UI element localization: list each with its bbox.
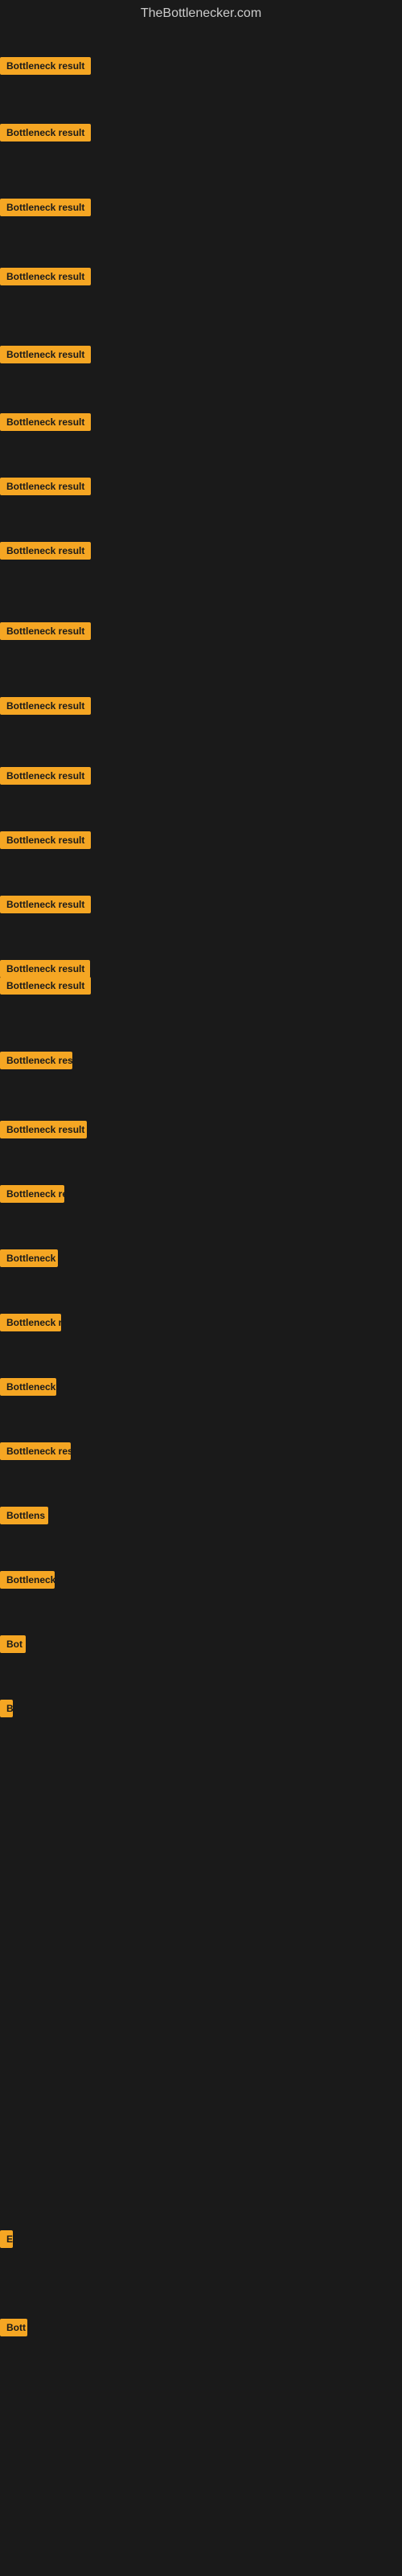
- bottleneck-badge[interactable]: Bottleneck result: [0, 1052, 72, 1069]
- bottleneck-result-item[interactable]: Bottleneck: [0, 1249, 58, 1271]
- bottleneck-result-item[interactable]: Bottleneck result: [0, 346, 91, 367]
- bottleneck-result-item[interactable]: Bottleneck result: [0, 896, 91, 917]
- bottleneck-badge[interactable]: Bottleneck result: [0, 831, 91, 849]
- bottleneck-badge[interactable]: B: [0, 1700, 13, 1717]
- bottleneck-result-item[interactable]: Bottleneck result: [0, 268, 91, 289]
- bottleneck-badge[interactable]: Bottleneck result: [0, 1185, 64, 1203]
- bottleneck-result-item[interactable]: Bottleneck result: [0, 977, 91, 999]
- bottleneck-result-item[interactable]: Bot: [0, 1635, 26, 1657]
- bottleneck-result-item[interactable]: Bottleneck result: [0, 767, 91, 789]
- bottleneck-result-item[interactable]: Bottleneck result: [0, 478, 91, 499]
- bottleneck-badge[interactable]: Bottleneck result: [0, 697, 91, 715]
- bottleneck-result-item[interactable]: Bottleneck result: [0, 697, 91, 719]
- bottleneck-badge[interactable]: Bottleneck result: [0, 478, 91, 495]
- bottleneck-result-item[interactable]: Bott: [0, 2319, 27, 2340]
- bottleneck-badge[interactable]: Bottleneck result: [0, 622, 91, 640]
- bottleneck-result-item[interactable]: Bottleneck result: [0, 57, 91, 79]
- bottleneck-badge[interactable]: Bottleneck result: [0, 413, 91, 431]
- bottleneck-badge[interactable]: Bottlens: [0, 1507, 48, 1524]
- bottleneck-badge[interactable]: Bottleneck result: [0, 346, 91, 363]
- bottleneck-result-item[interactable]: E: [0, 2230, 13, 2252]
- bottleneck-result-item[interactable]: B: [0, 1700, 13, 1721]
- bottleneck-result-item[interactable]: Bottleneck result: [0, 199, 91, 220]
- bottleneck-result-item[interactable]: Bottleneck result: [0, 413, 91, 435]
- bottleneck-result-item[interactable]: Bottleneck: [0, 1571, 55, 1593]
- bottleneck-result-item[interactable]: Bottlens: [0, 1507, 48, 1528]
- bottleneck-result-item[interactable]: Bottleneck result: [0, 622, 91, 644]
- bottleneck-result-item[interactable]: Bottleneck result: [0, 124, 91, 146]
- bottleneck-badge[interactable]: Bottleneck result: [0, 268, 91, 285]
- bottleneck-result-item[interactable]: Bottleneck result: [0, 1121, 87, 1142]
- bottleneck-result-item[interactable]: Bottleneck result: [0, 1185, 64, 1207]
- bottleneck-badge[interactable]: Bottleneck: [0, 1378, 56, 1396]
- site-title-text: TheBottlenecker.com: [141, 6, 261, 20]
- bottleneck-badge[interactable]: Bottleneck res: [0, 1442, 71, 1460]
- bottleneck-badge[interactable]: Bottleneck r: [0, 1314, 61, 1331]
- bottleneck-result-item[interactable]: Bottleneck r: [0, 1314, 61, 1335]
- bottleneck-badge[interactable]: Bottleneck result: [0, 767, 91, 785]
- bottleneck-badge[interactable]: Bottleneck result: [0, 960, 90, 978]
- bottleneck-badge[interactable]: Bottleneck result: [0, 199, 91, 216]
- bottleneck-badge[interactable]: Bottleneck: [0, 1571, 55, 1589]
- site-title: TheBottlenecker.com: [0, 0, 402, 27]
- bottleneck-result-item[interactable]: Bottleneck res: [0, 1442, 71, 1464]
- bottleneck-badge[interactable]: Bottleneck result: [0, 977, 91, 995]
- bottleneck-badge[interactable]: Bottleneck result: [0, 57, 91, 75]
- bottleneck-badge[interactable]: Bot: [0, 1635, 26, 1653]
- bottleneck-badge[interactable]: E: [0, 2230, 13, 2248]
- bottleneck-badge[interactable]: Bottleneck: [0, 1249, 58, 1267]
- bottleneck-badge[interactable]: Bottleneck result: [0, 542, 91, 560]
- bottleneck-result-item[interactable]: Bottleneck: [0, 1378, 56, 1400]
- bottleneck-result-item[interactable]: Bottleneck result: [0, 831, 91, 853]
- bottleneck-badge[interactable]: Bottleneck result: [0, 1121, 87, 1138]
- bottleneck-badge[interactable]: Bott: [0, 2319, 27, 2336]
- bottleneck-badge[interactable]: Bottleneck result: [0, 124, 91, 142]
- bottleneck-result-item[interactable]: Bottleneck result: [0, 1052, 72, 1073]
- bottleneck-result-item[interactable]: Bottleneck result: [0, 542, 91, 564]
- bottleneck-badge[interactable]: Bottleneck result: [0, 896, 91, 913]
